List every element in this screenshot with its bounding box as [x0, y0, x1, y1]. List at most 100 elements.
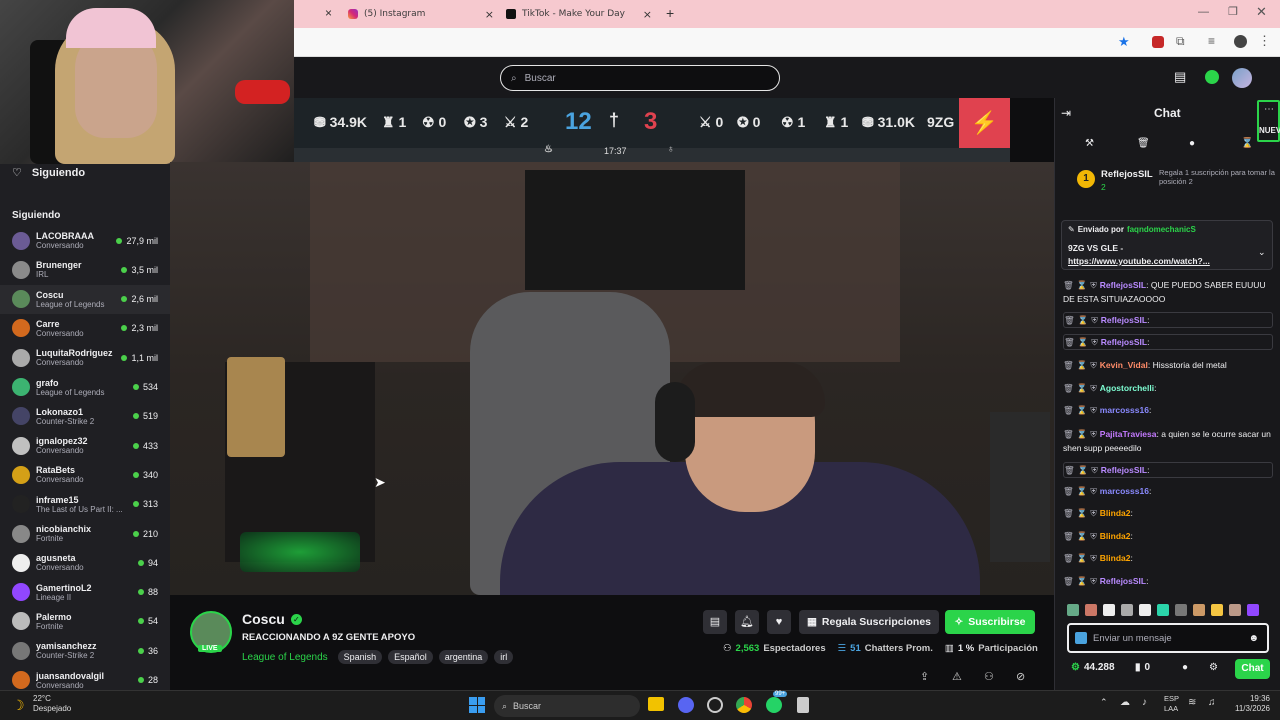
chat-message[interactable]: 🗑︎ ⌛ ⛨ ReflejosSIL:	[1063, 334, 1273, 350]
channel-name[interactable]: Coscu	[242, 611, 285, 627]
sidebar-channel[interactable]: Lokonazo1 Counter-Strike 2 519	[0, 402, 170, 431]
delete-icon[interactable]: 🗑︎	[1063, 531, 1074, 541]
delete-icon[interactable]: 🗑︎	[1063, 486, 1074, 496]
gift-subs-button[interactable]: ▦ Regala Suscripciones	[799, 610, 939, 634]
timeout-icon[interactable]: ⌛	[1077, 508, 1088, 518]
emote-icon[interactable]	[1211, 604, 1223, 616]
slow-mode-icon[interactable]: ●	[1189, 138, 1195, 149]
chat-username[interactable]: Blinda2	[1100, 553, 1131, 563]
chat-username[interactable]: ReflejosSIL	[1101, 337, 1147, 347]
pinned-link[interactable]: https://www.youtube.com/watch?...	[1068, 256, 1210, 266]
taskbar-search[interactable]: ⌕ Buscar	[494, 695, 640, 717]
chat-message[interactable]: 🗑︎ ⌛ ⛨ Kevin_Vidal: Hissstoria del metal	[1063, 358, 1273, 372]
chat-message[interactable]: 🗑︎ ⌛ ⛨ ReflejosSIL:	[1063, 574, 1273, 588]
delete-icon[interactable]: 🗑︎	[1063, 383, 1074, 393]
delete-icon[interactable]: 🗑︎	[1064, 315, 1075, 325]
mic-icon[interactable]: ♪	[1142, 697, 1147, 708]
weather-widget[interactable]: 22°C Despejado	[33, 694, 71, 714]
sidebar-channel[interactable]: inframe15 The Last of Us Part II: ... 313	[0, 490, 170, 519]
chevron-up-icon[interactable]: ⌃	[1100, 697, 1108, 708]
sidebar-channel[interactable]: agusneta Conversando 94	[0, 548, 170, 577]
clear-chat-icon[interactable]: 🗑︎	[1137, 138, 1150, 149]
close-window-icon[interactable]: ✕	[1256, 4, 1267, 20]
chat-message[interactable]: 🗑︎ ⌛ ⛨ ReflejosSIL:	[1063, 312, 1273, 328]
new-tab-button[interactable]: +	[666, 5, 674, 21]
community-icon[interactable]: ⚇	[984, 670, 994, 683]
chat-username[interactable]: ReflejosSIL	[1100, 280, 1146, 290]
obs-icon[interactable]	[707, 697, 723, 713]
timeout-icon[interactable]: ⌛	[1077, 383, 1088, 393]
emote-icon[interactable]	[1103, 604, 1115, 616]
pinned-message[interactable]: ✎ Enviado por faqndomechanicS 9ZG VS GLE…	[1061, 220, 1273, 270]
prime-loot-icon[interactable]: ▤	[1174, 69, 1186, 85]
delete-icon[interactable]: 🗑︎	[1063, 553, 1074, 563]
timeout-icon[interactable]: ⌛	[1078, 465, 1089, 475]
tag-chip[interactable]: irl	[494, 650, 514, 664]
minimize-icon[interactable]: —	[1198, 6, 1209, 18]
timeout-icon[interactable]: ⌛	[1077, 486, 1088, 496]
extension-icon[interactable]	[1152, 36, 1164, 48]
chat-message[interactable]: 🗑︎ ⌛ ⛨ marcosss16:	[1063, 403, 1273, 417]
tab-close-icon[interactable]: ×	[485, 8, 494, 21]
delete-icon[interactable]: 🗑︎	[1063, 280, 1074, 290]
bookmark-star-icon[interactable]: ★	[1118, 34, 1130, 50]
mod-tool-icon[interactable]: ⚒	[1085, 138, 1094, 149]
sidebar-channel[interactable]: LuquitaRodriguez Conversando 1,1 mil	[0, 343, 170, 372]
browser-address-bar[interactable]: ★ ⧉ ≡ ⋮	[294, 28, 1280, 57]
chat-username[interactable]: Kevin_Vidal	[1100, 360, 1148, 370]
emote-icon[interactable]	[1247, 604, 1259, 616]
delete-icon[interactable]: 🗑︎	[1063, 508, 1074, 518]
delete-icon[interactable]: 🗑︎	[1063, 405, 1074, 415]
chevron-down-icon[interactable]: ⌄	[1258, 247, 1266, 258]
browser-menu-icon[interactable]: ⋮	[1258, 33, 1271, 49]
follow-heart-icon[interactable]: ♥	[767, 610, 791, 634]
discord-icon[interactable]	[678, 697, 694, 713]
search-input[interactable]: ⌕ Buscar	[500, 65, 780, 91]
share-icon[interactable]: ⇪	[920, 670, 929, 683]
subscribe-button[interactable]: ✧ Suscribirse	[945, 610, 1035, 634]
sidebar-channel[interactable]: nicobianchix Fortnite 210	[0, 519, 170, 548]
report-icon[interactable]: ⚠	[952, 670, 962, 683]
app-icon[interactable]	[797, 697, 809, 713]
chat-username[interactable]: PajitaTraviesa	[1100, 429, 1157, 439]
delete-icon[interactable]: 🗑︎	[1064, 465, 1075, 475]
delete-icon[interactable]: 🗑︎	[1063, 576, 1074, 586]
whatsapp-icon[interactable]	[766, 697, 782, 713]
chat-username[interactable]: ReflejosSIL	[1101, 315, 1147, 325]
emote-icon[interactable]	[1175, 604, 1187, 616]
channel-points[interactable]: ⚙ 44.288	[1071, 662, 1115, 673]
chat-username[interactable]: marcosss16	[1100, 486, 1149, 496]
sidebar-channel[interactable]: GamertinoL2 Lineage II 88	[0, 578, 170, 607]
timeout-icon[interactable]: ⌛	[1078, 315, 1089, 325]
timeout-icon[interactable]: ⌛	[1077, 531, 1088, 541]
sidebar-channel[interactable]: grafo League of Legends 534	[0, 373, 170, 402]
tag-chip[interactable]: Español	[388, 650, 433, 664]
delete-icon[interactable]: 🗑︎	[1063, 429, 1074, 439]
tag-chip[interactable]: argentina	[438, 650, 489, 664]
top-gifter-name[interactable]: ReflejosSIL	[1101, 169, 1153, 180]
chat-username[interactable]: Blinda2	[1100, 508, 1131, 518]
timeout-icon[interactable]: ⌛	[1077, 576, 1088, 586]
wifi-icon[interactable]: ≋	[1188, 697, 1196, 708]
sidebar-channel[interactable]: RataBets Conversando 340	[0, 460, 170, 489]
emote-bar[interactable]	[1067, 604, 1267, 618]
tab-close-icon[interactable]: ×	[325, 6, 332, 20]
sidebar-channel[interactable]: LACOBRAAA Conversando 27,9 mil	[0, 226, 170, 255]
timeout-icon[interactable]: ⌛	[1077, 405, 1088, 415]
sidebar-channel[interactable]: Carre Conversando 2,3 mil	[0, 314, 170, 343]
chat-message[interactable]: 🗑︎ ⌛ ⛨ ReflejosSIL: QUE PUEDO SABER EUUUU D…	[1063, 278, 1273, 306]
sidebar-channel[interactable]: yamisanchezz Counter-Strike 2 36	[0, 636, 170, 665]
language-indicator[interactable]: ESP LAA	[1164, 694, 1179, 714]
chat-username[interactable]: ReflejosSIL	[1101, 465, 1147, 475]
sidebar-channel[interactable]: ignalopez32 Conversando 433	[0, 431, 170, 460]
emote-icon[interactable]	[1139, 604, 1151, 616]
timeout-icon[interactable]: ⌛	[1078, 337, 1089, 347]
tab-close-icon[interactable]: ×	[643, 8, 652, 21]
emote-icon[interactable]	[1067, 604, 1079, 616]
tab-instagram[interactable]: (5) Instagram ×	[348, 4, 494, 24]
clock[interactable]: 19:36 11/3/2026	[1226, 694, 1270, 714]
clip-icon[interactable]: ▤	[703, 610, 727, 634]
timer-icon[interactable]: ⌛	[1241, 138, 1253, 149]
chat-message[interactable]: 🗑︎ ⌛ ⛨ ReflejosSIL:	[1063, 462, 1273, 478]
chat-send-button[interactable]: Chat	[1235, 659, 1270, 679]
